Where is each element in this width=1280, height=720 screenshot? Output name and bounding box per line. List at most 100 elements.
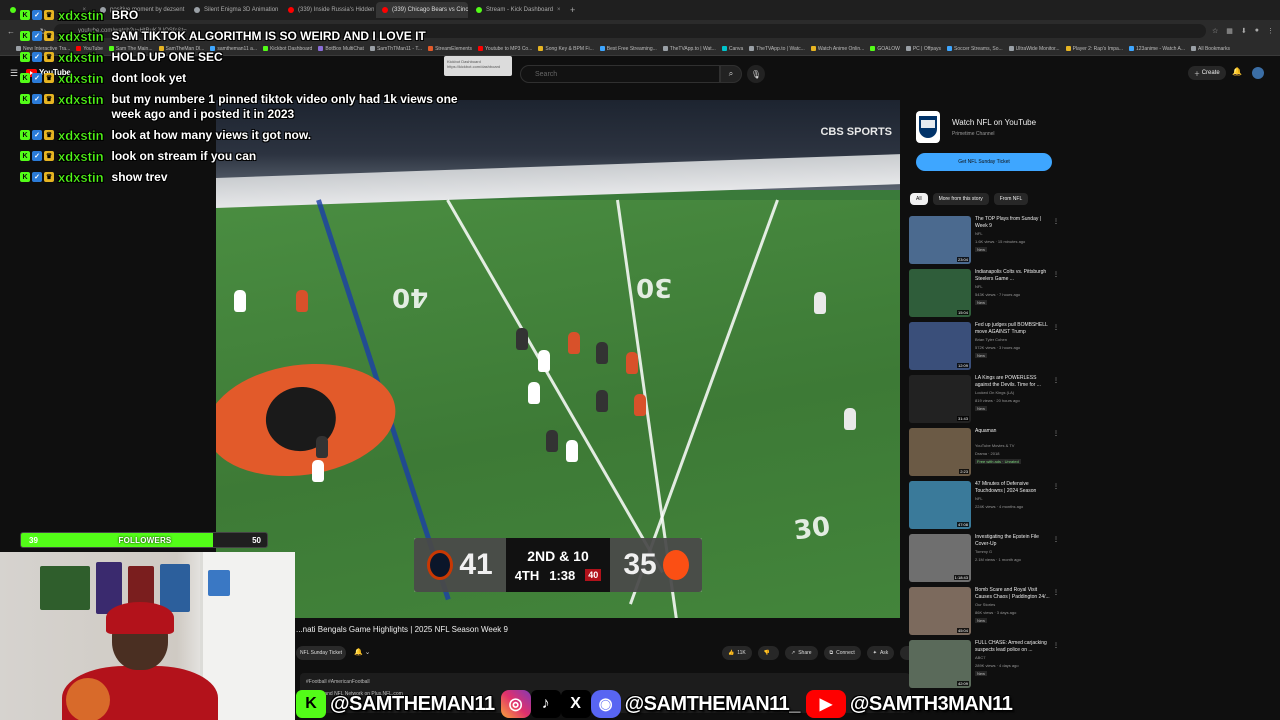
- tiktok-icon[interactable]: ♪: [530, 690, 561, 718]
- bookmark-item[interactable]: Canva: [721, 46, 743, 52]
- subscribe-bell-icon[interactable]: 🔔 ⌄: [354, 648, 371, 656]
- recommendation-title[interactable]: Aquaman: [975, 428, 1051, 435]
- bookmark-label: TheTVApp.to | Watc...: [756, 45, 805, 52]
- recommendation-item[interactable]: 45:04 Bomb Scare and Royal Visit Causes C…: [909, 585, 1059, 638]
- bookmark-item[interactable]: GOALOW: [870, 46, 900, 52]
- search-input[interactable]: Search: [520, 65, 720, 83]
- avatar[interactable]: [1252, 67, 1264, 79]
- microphone-icon[interactable]: 🎙: [747, 65, 765, 83]
- verified-badge-icon: ✓: [32, 130, 42, 140]
- bookmark-item[interactable]: UltraWide Monitor...: [1008, 46, 1060, 52]
- notifications-bell-icon[interactable]: 🔔: [1232, 67, 1242, 76]
- more-vert-icon[interactable]: ⋮: [1053, 324, 1059, 331]
- video-thumbnail[interactable]: 15:04: [909, 269, 971, 317]
- recommendation-item[interactable]: 1:18:43 Investigating the Epstein File Co…: [909, 532, 1059, 585]
- bookmark-star-icon[interactable]: ☆: [1212, 27, 1218, 35]
- more-vert-icon[interactable]: ⋮: [1053, 430, 1059, 437]
- recommendation-channel[interactable]: Our Stories: [975, 602, 995, 607]
- video-thumbnail[interactable]: 23:04: [909, 216, 971, 264]
- recommendation-title[interactable]: Indianapolis Colts vs. Pittsburgh Steele…: [975, 269, 1051, 283]
- recommendation-channel[interactable]: Locked On Kings (LA): [975, 390, 1014, 395]
- recommendation-item[interactable]: 23:04 The TOP Plays from Sunday | Week 9N…: [909, 214, 1059, 267]
- filter-chip[interactable]: All: [910, 193, 928, 205]
- new-tab-button[interactable]: +: [564, 5, 581, 15]
- filter-chip[interactable]: More from this story: [932, 193, 989, 205]
- status-badge: New: [975, 406, 988, 411]
- recommendation-channel[interactable]: YouTube Movies & TV: [975, 443, 1014, 448]
- download-icon[interactable]: ⬇: [1241, 27, 1247, 35]
- chat-message: K ✓ ♛ xdxstin dont look yet: [20, 71, 460, 86]
- recommendation-title[interactable]: Fed up judges pull BOMBSHELL move AGAINS…: [975, 322, 1051, 336]
- bookmark-item[interactable]: 123anime - Watch A...: [1128, 46, 1185, 52]
- menu-icon[interactable]: ⋮: [1267, 27, 1274, 35]
- bookmark-item[interactable]: TheTVApp.to | Wat...: [662, 46, 716, 52]
- video-thumbnail[interactable]: 45:04: [909, 587, 971, 635]
- extensions-icon[interactable]: ▦: [1226, 27, 1233, 35]
- hamburger-menu-icon[interactable]: ☰: [10, 68, 18, 79]
- like-button[interactable]: 👍 11K: [722, 646, 752, 660]
- ask-button[interactable]: ✦ Ask: [866, 646, 895, 660]
- video-thumbnail[interactable]: 31:43: [909, 375, 971, 423]
- recommendation-item[interactable]: 15:04 Indianapolis Colts vs. Pittsburgh S…: [909, 267, 1059, 320]
- more-vert-icon[interactable]: ⋮: [1053, 589, 1059, 596]
- recommendation-item[interactable]: 2:23 Aquaman YouTube Movies & TV Drama · 20…: [909, 426, 1059, 479]
- recommendation-channel[interactable]: ABC7: [975, 655, 985, 660]
- bookmark-item[interactable]: PC | Offpays: [905, 46, 941, 52]
- recommendation-item[interactable]: 42:09 FULL CHASE: Armed carjacking suspec…: [909, 638, 1059, 691]
- more-vert-icon[interactable]: ⋮: [1053, 218, 1059, 225]
- bookmark-item[interactable]: Player 2: Rap's Impa...: [1065, 46, 1123, 52]
- instagram-icon[interactable]: ◎: [500, 690, 531, 718]
- video-thumbnail[interactable]: 2:23: [909, 428, 971, 476]
- more-vert-icon[interactable]: ⋮: [1053, 271, 1059, 278]
- channel-button[interactable]: NFL Sunday Ticket: [296, 646, 346, 660]
- recommendation-title[interactable]: LA Kings are POWERLESS against the Devil…: [975, 375, 1051, 389]
- x-icon[interactable]: X: [560, 690, 591, 718]
- dislike-button[interactable]: 👎: [757, 646, 779, 660]
- tab-close-icon[interactable]: ×: [557, 7, 561, 13]
- recommendation-title[interactable]: Investigating the Epstein File Cover-Up: [975, 534, 1051, 548]
- more-vert-icon[interactable]: ⋮: [1053, 536, 1059, 543]
- recommendation-item[interactable]: 31:43 LA Kings are POWERLESS against the …: [909, 373, 1059, 426]
- video-thumbnail[interactable]: 47:08: [909, 481, 971, 529]
- video-thumbnail[interactable]: 42:09: [909, 640, 971, 688]
- kick-badge-icon: K: [20, 130, 30, 140]
- yard-number: 30: [636, 272, 673, 302]
- create-button[interactable]: ＋ Create: [1188, 66, 1226, 80]
- recommendation-channel[interactable]: NFL: [975, 231, 983, 236]
- profile-icon[interactable]: ●: [1255, 27, 1259, 35]
- bookmark-item[interactable]: TheTVApp.to | Watc...: [749, 46, 805, 52]
- recommendation-item[interactable]: 47:08 47 Minutes of Defensive Touchdowns …: [909, 479, 1059, 532]
- youtube-icon[interactable]: ▶: [805, 690, 846, 718]
- bookmark-item[interactable]: Watch Anime Onlin...: [810, 46, 864, 52]
- recommendation-title[interactable]: Bomb Scare and Royal Visit Causes Chaos …: [975, 587, 1051, 601]
- bookmark-item[interactable]: All Bookmarks: [1191, 46, 1230, 52]
- ad-cta-button[interactable]: Get NFL Sunday Ticket: [916, 153, 1052, 171]
- more-vert-icon[interactable]: ⋮: [1053, 377, 1059, 384]
- video-thumbnail[interactable]: 12:09: [909, 322, 971, 370]
- more-vert-icon[interactable]: ⋮: [1053, 642, 1059, 649]
- chat-message: K ✓ ♛ xdxstin BRO: [20, 8, 460, 23]
- recommendation-title[interactable]: The TOP Plays from Sunday | Week 9: [975, 216, 1051, 230]
- share-button[interactable]: ↗ Share: [785, 646, 818, 660]
- filter-chip[interactable]: From NFL: [993, 193, 1029, 205]
- recommendation-channel[interactable]: NFL: [975, 284, 983, 289]
- back-icon[interactable]: ←: [6, 27, 16, 36]
- recommendation-channel[interactable]: NFL: [975, 496, 983, 501]
- recommendation-title[interactable]: 47 Minutes of Defensive Touchdowns | 202…: [975, 481, 1051, 495]
- bookmark-item[interactable]: Youtube to MP3 Co...: [478, 46, 532, 52]
- recommendation-title[interactable]: FULL CHASE: Armed carjacking suspects le…: [975, 640, 1051, 654]
- recommendation-item[interactable]: 12:09 Fed up judges pull BOMBSHELL move A…: [909, 320, 1059, 373]
- bookmark-item[interactable]: Soccer Streams, So...: [947, 46, 1003, 52]
- browser-tab[interactable]: Stream - Kick Dashboard ×: [470, 2, 562, 18]
- recommendation-channel[interactable]: Tommy G: [975, 549, 992, 554]
- discord-icon[interactable]: ◉: [590, 690, 621, 718]
- recommendation-channel[interactable]: Brian Tyler Cohen: [975, 337, 1007, 342]
- search-icon[interactable]: ⌕: [720, 65, 742, 83]
- connect-button[interactable]: ⧉ Connect: [823, 646, 861, 660]
- bookmark-item[interactable]: Best Free Streaming...: [599, 46, 657, 52]
- more-vert-icon[interactable]: ⋮: [1053, 483, 1059, 490]
- sponsored-ad[interactable]: Watch NFL on YouTube Primetime Channel G…: [912, 103, 1058, 177]
- bookmark-item[interactable]: Song Key & BPM Fi...: [538, 46, 594, 52]
- kick-icon[interactable]: K: [296, 690, 326, 718]
- video-thumbnail[interactable]: 1:18:43: [909, 534, 971, 582]
